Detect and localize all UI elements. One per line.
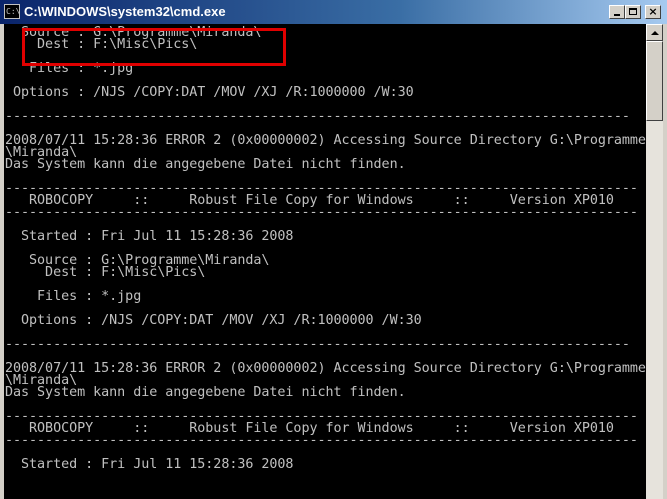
console-line: 2008/07/11 15:28:36 ERROR 2 (0x00000002)…	[5, 133, 646, 148]
cmd-window: C:\ C:\WINDOWS\system32\cmd.exe × Source…	[0, 0, 667, 499]
console-line: Das System kann die angegebene Datei nic…	[5, 157, 406, 172]
minimize-button[interactable]	[609, 5, 625, 19]
arrow-up-icon	[651, 31, 659, 35]
close-icon: ×	[648, 5, 658, 18]
console-line: Started : Fri Jul 11 15:28:36 2008	[5, 457, 294, 472]
console-line: Options : /NJS /COPY:DAT /MOV /XJ /R:100…	[5, 313, 422, 328]
vertical-scrollbar[interactable]	[646, 24, 663, 499]
console-line: Started : Fri Jul 11 15:28:36 2008	[5, 229, 294, 244]
console-line: Das System kann die angegebene Datei nic…	[5, 385, 406, 400]
source-dest-highlight-box	[22, 28, 286, 66]
console-line: Dest : F:\Misc\Pics\	[5, 265, 206, 280]
cmd-app-icon[interactable]: C:\	[4, 4, 20, 19]
title-bar[interactable]: C:\ C:\WINDOWS\system32\cmd.exe ×	[0, 0, 667, 24]
console-line: Files : *.jpg	[5, 289, 142, 304]
console-line: ----------------------------------------…	[5, 433, 638, 448]
maximize-icon	[629, 8, 637, 15]
console-line: ----------------------------------------…	[5, 337, 630, 352]
close-button[interactable]: ×	[645, 5, 661, 19]
console-output-area[interactable]: Source : G:\Programme\Miranda\ Dest : F:…	[4, 24, 646, 499]
console-text: Source : G:\Programme\Miranda\ Dest : F:…	[5, 26, 646, 483]
scroll-up-button[interactable]	[646, 24, 663, 41]
console-line: Options : /NJS /COPY:DAT /MOV /XJ /R:100…	[5, 85, 414, 100]
maximize-button[interactable]	[625, 5, 641, 19]
console-line: ----------------------------------------…	[5, 109, 630, 124]
window-frame-right	[663, 24, 667, 499]
minimize-icon	[614, 14, 620, 16]
console-line: ----------------------------------------…	[5, 205, 638, 220]
window-title: C:\WINDOWS\system32\cmd.exe	[24, 4, 226, 19]
console-line: 2008/07/11 15:28:36 ERROR 2 (0x00000002)…	[5, 361, 646, 376]
scrollbar-thumb[interactable]	[646, 41, 663, 121]
